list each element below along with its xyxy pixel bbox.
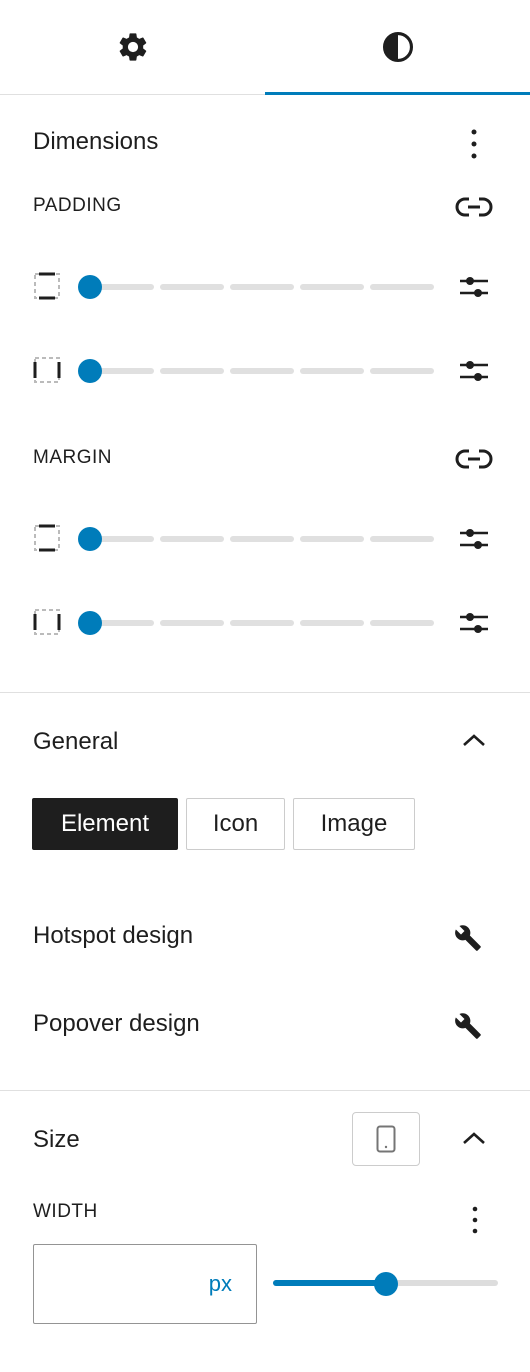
- margin-horizontal-row: [0, 602, 530, 642]
- popover-design-button[interactable]: [448, 1006, 488, 1046]
- padding-vertical-slider-thumb[interactable]: [78, 275, 102, 299]
- half-circle-icon: [381, 30, 415, 64]
- dimensions-options-button[interactable]: [456, 124, 492, 164]
- width-label: WIDTH: [33, 1201, 98, 1222]
- option-image-button[interactable]: Image: [293, 798, 415, 850]
- width-slider-fill: [273, 1280, 386, 1286]
- margin-horizontal-slider-thumb[interactable]: [78, 611, 102, 635]
- popover-design-label: Popover design: [33, 1010, 200, 1037]
- margin-horizontal-slider[interactable]: [90, 620, 434, 626]
- sliders-icon: [459, 274, 489, 300]
- margin-label: MARGIN: [33, 447, 112, 468]
- width-slider-thumb[interactable]: [373, 1272, 398, 1296]
- padding-vertical-row: [0, 266, 530, 306]
- side-horizontal-icon: [33, 356, 61, 384]
- padding-label: PADDING: [33, 195, 122, 216]
- more-vertical-icon: [471, 128, 477, 160]
- general-title: General: [33, 728, 119, 755]
- padding-horizontal-slider[interactable]: [90, 368, 434, 374]
- hotspot-design-button[interactable]: [448, 918, 488, 958]
- margin-link-button[interactable]: [452, 440, 496, 478]
- wrench-icon: [454, 1012, 482, 1040]
- margin-horizontal-custom-button[interactable]: [456, 606, 492, 640]
- padding-horizontal-slider-thumb[interactable]: [78, 359, 102, 383]
- size-collapse-button[interactable]: [456, 1120, 492, 1156]
- margin-vertical-row: [0, 518, 530, 558]
- mobile-device-icon: [376, 1125, 396, 1153]
- width-unit-select[interactable]: px: [209, 1271, 232, 1297]
- side-vertical-icon: [33, 524, 61, 552]
- dimensions-title: Dimensions: [33, 128, 159, 155]
- padding-vertical-custom-button[interactable]: [456, 270, 492, 304]
- more-vertical-icon: [472, 1205, 478, 1235]
- sliders-icon: [459, 358, 489, 384]
- padding-horizontal-row: [0, 350, 530, 390]
- inspector-tabs: [0, 0, 530, 95]
- margin-vertical-slider-thumb[interactable]: [78, 527, 102, 551]
- device-preview-button[interactable]: [352, 1112, 420, 1166]
- sliders-icon: [459, 526, 489, 552]
- chevron-up-icon: [462, 1131, 486, 1145]
- width-options-button[interactable]: [458, 1202, 492, 1238]
- side-horizontal-icon: [33, 608, 61, 636]
- sliders-icon: [459, 610, 489, 636]
- size-title: Size: [33, 1126, 80, 1153]
- side-vertical-icon: [33, 272, 61, 300]
- wrench-icon: [454, 924, 482, 952]
- padding-horizontal-custom-button[interactable]: [456, 354, 492, 388]
- section-divider: [0, 1090, 530, 1091]
- tab-settings[interactable]: [0, 0, 265, 94]
- width-input[interactable]: px: [33, 1244, 257, 1324]
- link-icon: [455, 196, 493, 218]
- option-element-button[interactable]: Element: [32, 798, 178, 850]
- link-icon: [455, 448, 493, 470]
- padding-vertical-slider[interactable]: [90, 284, 434, 290]
- option-icon-button[interactable]: Icon: [186, 798, 285, 850]
- general-collapse-button[interactable]: [456, 722, 492, 758]
- margin-vertical-custom-button[interactable]: [456, 522, 492, 556]
- section-divider: [0, 692, 530, 693]
- gear-icon: [116, 30, 150, 64]
- chevron-up-icon: [462, 733, 486, 747]
- margin-vertical-slider[interactable]: [90, 536, 434, 542]
- hotspot-design-label: Hotspot design: [33, 922, 194, 949]
- padding-link-button[interactable]: [452, 188, 496, 226]
- tab-styles[interactable]: [265, 0, 530, 95]
